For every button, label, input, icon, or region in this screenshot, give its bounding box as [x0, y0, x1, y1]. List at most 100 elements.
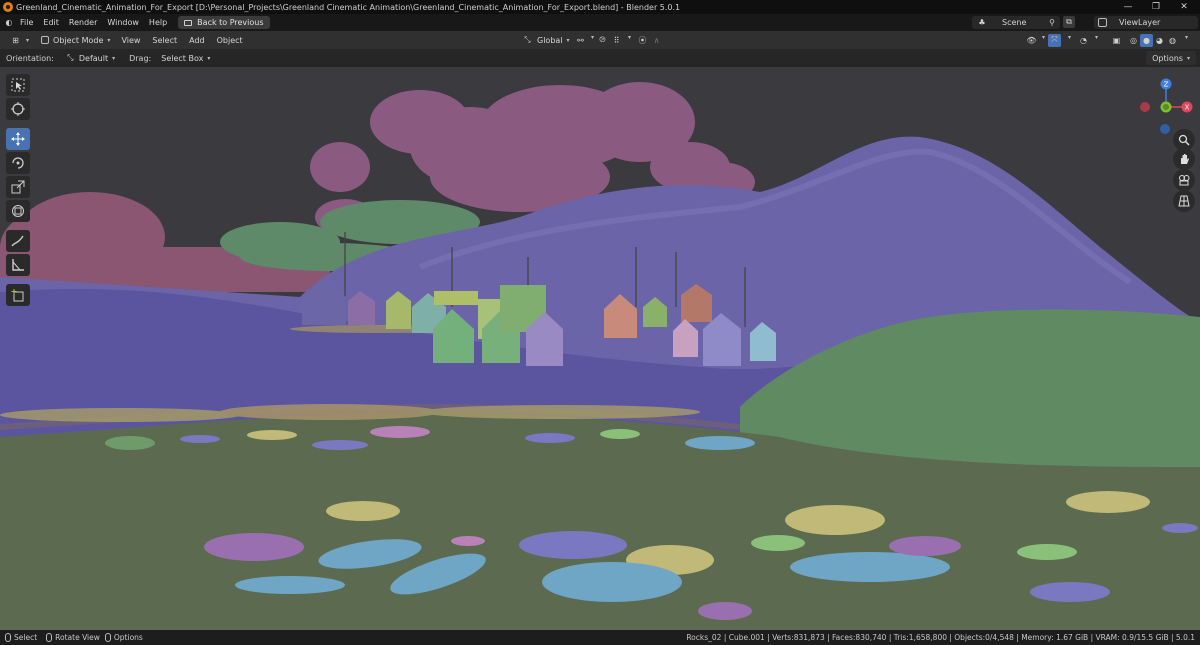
zoom-icon	[1178, 134, 1190, 146]
solid-shading-icon[interactable]: ●	[1140, 33, 1153, 47]
cursor-tool-button[interactable]	[6, 98, 30, 120]
mouse-left-icon	[5, 633, 11, 642]
options-dropdown[interactable]: Options ▾	[1146, 51, 1196, 65]
move-tool-button[interactable]	[6, 128, 30, 150]
gizmo-x-label: X	[1185, 104, 1190, 112]
orientation-setting-value: Default	[78, 53, 109, 63]
chevron-down-icon: ▾	[112, 54, 116, 62]
hand-icon	[1181, 154, 1189, 164]
new-scene-icon[interactable]: ⧉	[1063, 16, 1075, 28]
drag-setting-dropdown[interactable]: Select Box ▾	[155, 52, 216, 65]
3d-viewport[interactable]: Z X	[0, 67, 1200, 630]
gizmo-toggle-icon[interactable]: ⤧	[1048, 33, 1061, 47]
cursor-icon	[11, 102, 25, 116]
chevron-down-icon[interactable]: ▾	[1068, 34, 1071, 41]
falloff-icon[interactable]: ∧	[650, 34, 663, 47]
chevron-down-icon[interactable]: ▾	[1095, 34, 1098, 41]
camera-view-button[interactable]	[1173, 169, 1195, 191]
orientation-icon: ⤡	[67, 53, 74, 62]
add-cube-icon	[11, 289, 24, 302]
scale-icon	[11, 180, 25, 194]
blender-logo-icon	[3, 2, 13, 12]
visibility-icon[interactable]: 👁	[1025, 34, 1038, 47]
orientation-label: Global	[537, 35, 563, 45]
annotate-icon	[11, 235, 24, 247]
options-label: Options	[1152, 53, 1183, 63]
menu-window[interactable]: Window	[102, 18, 144, 27]
mode-label: Object Mode	[53, 35, 104, 45]
pan-button[interactable]	[1173, 148, 1195, 170]
status-select-hint: Select	[5, 633, 37, 642]
scene-statistics: Rocks_02 | Cube.001 | Verts:831,873 | Fa…	[686, 633, 1195, 642]
snap-toggle-icon[interactable]: ⧁	[596, 34, 609, 47]
pivot-point-icon[interactable]: ⚯	[574, 34, 587, 47]
gizmo-z-label: Z	[1164, 81, 1169, 89]
mode-dropdown[interactable]: Object Mode ▾	[36, 33, 115, 47]
navigation-gizmo[interactable]: Z X	[1128, 72, 1196, 138]
status-options-label: Options	[113, 633, 143, 642]
drag-setting-value: Select Box	[161, 53, 204, 63]
view-layer-selector[interactable]: ViewLayer	[1094, 16, 1198, 29]
chevron-down-icon[interactable]: ▾	[1185, 34, 1188, 41]
add-cube-tool-button[interactable]	[6, 284, 30, 306]
select-tool-button[interactable]	[6, 74, 30, 96]
perspective-toggle-button[interactable]	[1173, 190, 1195, 212]
measure-tool-button[interactable]	[6, 254, 30, 276]
pin-icon[interactable]: ⚲	[1046, 17, 1058, 29]
xray-toggle-icon[interactable]: ▣	[1110, 34, 1123, 47]
view-layer-name: ViewLayer	[1119, 18, 1161, 27]
menu-render[interactable]: Render	[64, 18, 102, 27]
overlays-toggle-icon[interactable]: ◔	[1077, 34, 1090, 47]
menu-select[interactable]: Select	[146, 36, 183, 45]
maximize-button[interactable]: ❐	[1142, 0, 1170, 14]
minimize-button[interactable]: —	[1114, 0, 1142, 14]
mouse-right-icon	[104, 633, 111, 642]
scale-tool-button[interactable]	[6, 176, 30, 198]
menu-file[interactable]: File	[15, 18, 38, 27]
scene-selector[interactable]: ♣ Scene ⚲	[972, 16, 1060, 29]
status-bar: Select Rotate View Options Rocks_02 | Cu…	[0, 630, 1200, 645]
annotate-tool-button[interactable]	[6, 230, 30, 252]
menu-bar: ◐ File Edit Render Window Help Back to P…	[0, 14, 1200, 31]
chevron-down-icon: ▾	[566, 36, 570, 44]
back-to-previous-label: Back to Previous	[197, 18, 264, 27]
chevron-down-icon[interactable]: ▾	[591, 34, 594, 41]
status-select-label: Select	[14, 633, 38, 642]
orientation-setting-label: Orientation:	[6, 53, 54, 63]
transform-orientation-dropdown[interactable]: ⤡ Global ▾	[516, 33, 575, 47]
transform-icon	[12, 205, 24, 217]
chevron-down-icon[interactable]: ▾	[1042, 34, 1045, 41]
title-bar: Greenland_Cinematic_Animation_For_Export…	[0, 0, 1200, 14]
blender-menu-icon[interactable]: ◐	[3, 17, 15, 29]
proportional-edit-icon[interactable]: ⦿	[636, 34, 649, 47]
snap-target-icon[interactable]: ⠿	[610, 34, 623, 47]
rotate-tool-button[interactable]	[6, 152, 30, 174]
menu-help[interactable]: Help	[144, 18, 172, 27]
transform-tool-button[interactable]	[6, 200, 30, 222]
view-layer-icon	[1098, 18, 1107, 27]
back-to-previous-button[interactable]: Back to Previous	[178, 16, 270, 29]
wireframe-shading-icon[interactable]: ◎	[1127, 34, 1140, 47]
chevron-down-icon: ▾	[1186, 54, 1190, 62]
move-icon	[11, 132, 25, 146]
menu-object[interactable]: Object	[211, 36, 249, 45]
status-rotate-hint: Rotate View	[46, 633, 100, 642]
screen-icon	[184, 19, 193, 26]
scene-render	[0, 67, 1200, 630]
material-shading-icon[interactable]: ◕	[1153, 34, 1166, 47]
drag-setting-label: Drag:	[129, 53, 152, 63]
chevron-down-icon: ▾	[207, 54, 211, 62]
menu-edit[interactable]: Edit	[38, 18, 64, 27]
menu-view[interactable]: View	[115, 36, 146, 45]
rendered-shading-icon[interactable]: ◍	[1166, 34, 1179, 47]
close-button[interactable]: ✕	[1170, 0, 1198, 14]
chevron-down-icon: ▾	[26, 36, 30, 44]
orientation-setting-dropdown[interactable]: ⤡ Default ▾	[58, 52, 121, 65]
scene-name: Scene	[1002, 18, 1027, 27]
object-mode-icon	[41, 36, 50, 44]
editor-type-icon: ⊞	[12, 35, 19, 45]
status-options-hint: Options	[104, 633, 143, 642]
editor-type-dropdown[interactable]: ⊞ ▾	[4, 33, 34, 47]
chevron-down-icon[interactable]: ▾	[628, 34, 631, 41]
menu-add[interactable]: Add	[183, 36, 211, 45]
